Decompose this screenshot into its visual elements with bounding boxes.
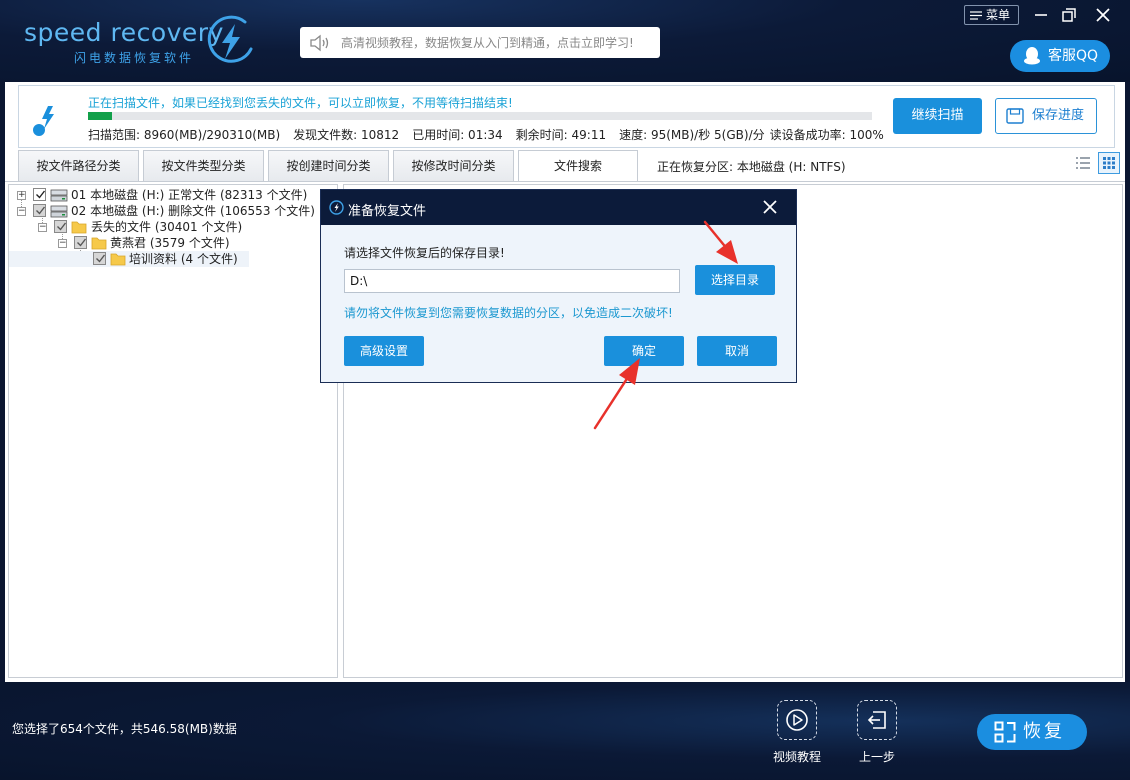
choose-directory-button[interactable]: 选择目录 (695, 265, 775, 295)
dialog-title: 准备恢复文件 (348, 204, 427, 219)
dialog-close-icon[interactable] (758, 195, 782, 219)
back-label: 上一步 (859, 750, 896, 764)
tab-by-modified-time[interactable]: 按修改时间分类 (393, 150, 514, 181)
restore-button[interactable]: 恢复 (977, 714, 1087, 750)
elapsed-time: 已用时间: 01:34 (412, 128, 503, 142)
maximize-icon[interactable] (1058, 4, 1080, 26)
notice-text: 高清视频教程，数据恢复从入门到精通，点击立即学习! (341, 36, 634, 50)
tree-node-label: 丢失的文件 (30401 个文件) (91, 220, 243, 234)
cancel-button[interactable]: 取消 (697, 336, 777, 366)
restore-label: 恢复 (1023, 721, 1065, 742)
speaker-icon (310, 34, 329, 52)
customer-service-qq-button[interactable]: 客服QQ (1010, 40, 1110, 72)
scan-stats: 扫描范围: 8960(MB)/290310(MB) 发现文件数: 10812 已用时… (88, 126, 897, 143)
back-button[interactable] (857, 700, 897, 740)
expand-icon[interactable]: + (17, 191, 26, 200)
logo-subtitle: 闪电数据恢复软件 (74, 51, 195, 65)
qq-penguin-icon (1024, 47, 1040, 65)
scan-progress-fill (88, 112, 112, 120)
menu-icon (970, 11, 982, 20)
dialog-title-bar: 准备恢复文件 (321, 190, 796, 225)
video-tutorial-button[interactable] (777, 700, 817, 740)
tree-node-folder-huangyanjun[interactable]: − 黄燕君 (3579 个文件) (9, 235, 329, 251)
folder-icon (71, 221, 87, 234)
ok-button[interactable]: 确定 (604, 336, 684, 366)
collapse-icon[interactable]: − (38, 223, 47, 232)
recovery-warning: 请勿将文件恢复到您需要恢复数据的分区，以免造成二次破坏! (344, 306, 673, 320)
tabs-divider (5, 181, 1125, 182)
tree-node-normal-files[interactable]: + 01 本地磁盘 (H:) 正常文件 (82313 个文件) (9, 187, 329, 203)
drive-icon (50, 189, 68, 202)
save-path-input[interactable] (344, 269, 680, 293)
drive-icon (50, 205, 68, 218)
save-directory-prompt: 请选择文件恢复后的保存目录! (344, 246, 505, 260)
collapse-icon[interactable]: − (58, 239, 67, 248)
lightning-logo-icon (207, 15, 253, 63)
prepare-recovery-dialog: 准备恢复文件 请选择文件恢复后的保存目录! 选择目录 请勿将文件恢复到您需要恢复… (320, 189, 797, 383)
collapse-icon[interactable]: − (17, 207, 26, 216)
remaining-time: 剩余时间: 49:11 (515, 128, 607, 142)
qq-label: 客服QQ (1048, 48, 1099, 64)
save-progress-label: 保存进度 (1032, 108, 1085, 123)
save-icon (1006, 108, 1024, 124)
tree-node-label: 01 本地磁盘 (H:) 正常文件 (82313 个文件) (71, 188, 308, 202)
scan-progress-bar (88, 112, 872, 120)
folder-icon (110, 253, 126, 266)
checkbox[interactable] (74, 236, 87, 249)
tree-node-folder-training[interactable]: 培训资料 (4 个文件) (9, 251, 249, 267)
scan-status-text: 正在扫描文件，如果已经找到您丢失的文件，可以立即恢复，不用等待扫描结束! (88, 96, 513, 110)
checkbox[interactable] (33, 188, 46, 201)
app-logo-icon (329, 200, 344, 215)
scan-range: 扫描范围: 8960(MB)/290310(MB) (88, 128, 281, 142)
tutorial-notice[interactable]: 高清视频教程，数据恢复从入门到精通，点击立即学习! (300, 27, 660, 58)
menu-label: 菜单 (986, 8, 1011, 22)
files-found: 发现文件数: 10812 (293, 128, 400, 142)
selection-summary: 您选择了654个文件，共546.58(MB)数据 (12, 722, 237, 736)
title-bar: speed recovery 闪电数据恢复软件 高清视频教程，数据恢复从入门到精… (0, 0, 1130, 82)
tree-node-label: 黄燕君 (3579 个文件) (110, 236, 230, 250)
grid-view-button[interactable] (1098, 152, 1120, 174)
scan-speed: 速度: 95(MB)/秒 5(GB)/分 (619, 128, 765, 142)
advanced-settings-button[interactable]: 高级设置 (344, 336, 424, 366)
tree-node-label: 培训资料 (4 个文件) (129, 252, 238, 266)
tab-by-path[interactable]: 按文件路径分类 (18, 150, 139, 181)
folder-tree-panel: + 01 本地磁盘 (H:) 正常文件 (82313 个文件) − 02 本地磁… (8, 184, 338, 678)
continue-scan-button[interactable]: 继续扫描 (893, 98, 982, 134)
restore-grid-icon (994, 721, 1016, 743)
check-icon (57, 222, 67, 231)
tree-node-lost-files[interactable]: − 丢失的文件 (30401 个文件) (9, 219, 329, 235)
video-tutorial-label: 视频教程 (773, 750, 822, 764)
menu-button[interactable]: 菜单 (964, 5, 1019, 25)
minimize-icon[interactable] (1030, 4, 1052, 26)
checkbox[interactable] (93, 252, 106, 265)
grid-view-icon (1103, 157, 1115, 169)
play-icon (786, 709, 808, 731)
back-arrow-icon (867, 711, 886, 729)
close-icon[interactable] (1092, 4, 1114, 26)
check-icon (36, 190, 46, 199)
tab-file-search[interactable]: 文件搜索 (518, 150, 638, 182)
read-success-rate: 读设备成功率: 100% (769, 128, 884, 142)
check-icon (36, 206, 46, 215)
scan-status-box: 正在扫描文件，如果已经找到您丢失的文件，可以立即恢复，不用等待扫描结束! 扫描范… (18, 85, 1115, 148)
current-partition-info: 正在恢复分区: 本地磁盘 (H: NTFS) (657, 160, 846, 174)
tab-by-created-time[interactable]: 按创建时间分类 (268, 150, 389, 181)
checkbox[interactable] (54, 220, 67, 233)
checkbox[interactable] (33, 204, 46, 217)
logo-text: speed recovery (24, 18, 224, 47)
tree-node-deleted-files[interactable]: − 02 本地磁盘 (H:) 删除文件 (106553 个文件) (9, 203, 329, 219)
check-icon (96, 254, 106, 263)
scan-probe-icon (33, 106, 54, 136)
check-icon (77, 238, 87, 247)
save-progress-button[interactable]: 保存进度 (995, 98, 1097, 134)
folder-icon (91, 237, 107, 250)
tree-node-label: 02 本地磁盘 (H:) 删除文件 (106553 个文件) (71, 204, 315, 218)
tab-by-type[interactable]: 按文件类型分类 (143, 150, 264, 181)
bottom-bar: 您选择了654个文件，共546.58(MB)数据 视频教程 上一步 恢复 (0, 682, 1130, 780)
list-view-icon[interactable] (1072, 152, 1094, 174)
